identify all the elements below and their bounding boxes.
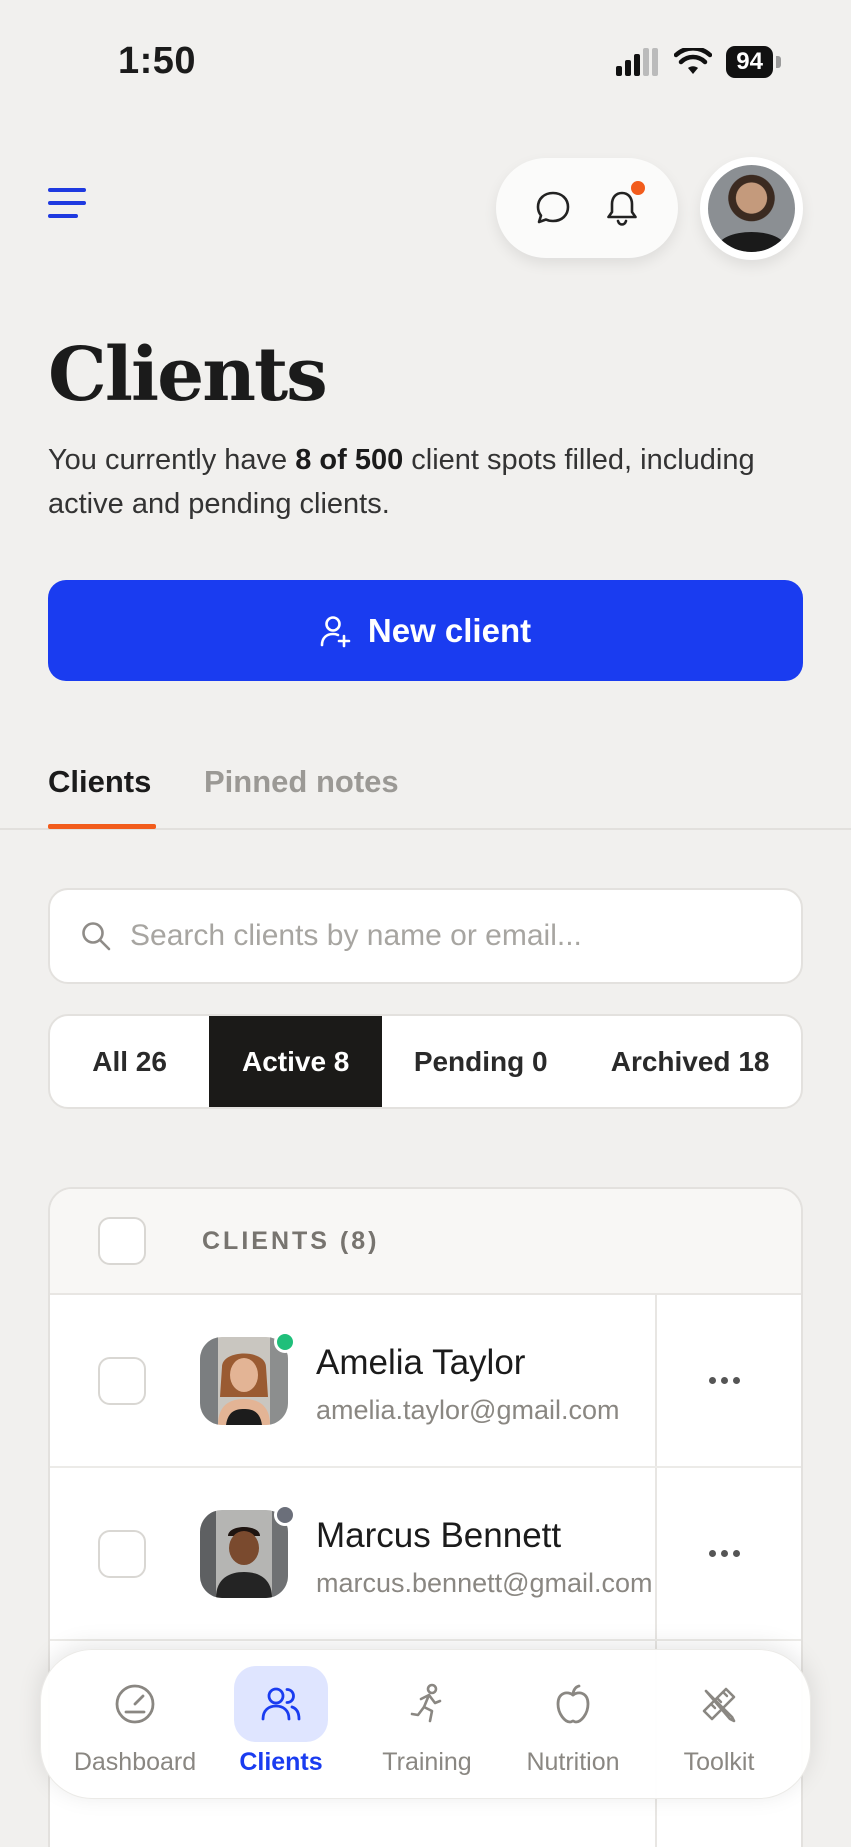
apple-icon xyxy=(556,1684,590,1724)
status-filter: All 26 Active 8 Pending 0 Archived 18 xyxy=(48,1014,803,1109)
client-email: marcus.bennett@gmail.com xyxy=(316,1568,652,1598)
status-bar: 1:50 94 xyxy=(0,0,851,120)
filter-archived[interactable]: Archived 18 xyxy=(579,1016,801,1107)
more-horizontal-icon[interactable] xyxy=(700,1538,748,1568)
nav-clients[interactable]: Clients xyxy=(211,1666,351,1786)
hamburger-menu-icon[interactable] xyxy=(44,186,94,226)
profile-avatar[interactable] xyxy=(700,157,803,260)
more-horizontal-icon[interactable] xyxy=(700,1365,748,1395)
spots-count: 8 of 500 xyxy=(295,444,404,476)
users-icon xyxy=(261,1687,301,1721)
nav-label: Dashboard xyxy=(73,1748,197,1776)
new-client-label: New client xyxy=(367,611,532,649)
client-name: Marcus Bennett xyxy=(316,1516,562,1555)
nav-label: Training xyxy=(382,1748,472,1776)
client-email: amelia.taylor@gmail.com xyxy=(316,1395,620,1425)
notification-badge xyxy=(628,179,647,197)
active-tab-indicator xyxy=(48,824,156,829)
running-person-icon xyxy=(410,1683,442,1723)
user-plus-icon xyxy=(320,615,351,647)
table-row[interactable]: Marcus Bennett marcus.bennett@gmail.com xyxy=(50,1468,801,1641)
pencil-ruler-icon xyxy=(702,1687,736,1723)
filter-all[interactable]: All 26 xyxy=(50,1016,209,1107)
tab-bar: Clients Pinned notes xyxy=(0,750,851,830)
nav-label: Toolkit xyxy=(683,1748,755,1776)
nav-label: Clients xyxy=(239,1748,323,1776)
chat-bubble-icon xyxy=(536,191,569,224)
chat-button[interactable] xyxy=(526,181,580,235)
offline-status-dot xyxy=(274,1504,296,1526)
header-actions xyxy=(496,158,678,258)
page-title: Clients xyxy=(48,332,328,418)
nav-toolkit[interactable]: Toolkit xyxy=(649,1666,789,1786)
tab-clients[interactable]: Clients xyxy=(48,764,151,800)
nav-dashboard[interactable]: Dashboard xyxy=(65,1666,205,1786)
search-icon xyxy=(82,922,111,951)
notifications-button[interactable] xyxy=(595,179,649,235)
nav-label: Nutrition xyxy=(526,1748,620,1776)
select-all-checkbox[interactable] xyxy=(98,1217,146,1265)
table-header: CLIENTS (8) xyxy=(50,1189,801,1295)
client-avatar xyxy=(200,1510,288,1598)
row-checkbox[interactable] xyxy=(98,1357,146,1405)
status-icons: 94 xyxy=(616,46,781,78)
search-input[interactable] xyxy=(130,919,750,953)
row-checkbox[interactable] xyxy=(98,1530,146,1578)
tab-pinned-notes[interactable]: Pinned notes xyxy=(204,764,399,800)
cellular-signal-icon xyxy=(616,48,659,76)
nav-nutrition[interactable]: Nutrition xyxy=(503,1666,643,1786)
gauge-icon xyxy=(115,1684,155,1724)
nav-training[interactable]: Training xyxy=(357,1666,497,1786)
battery-level: 94 xyxy=(726,46,773,78)
new-client-button[interactable]: New client xyxy=(48,580,803,681)
bottom-nav: Dashboard Clients Training Nutrition Too… xyxy=(40,1649,811,1799)
client-avatar xyxy=(200,1337,288,1425)
client-name: Amelia Taylor xyxy=(316,1343,526,1382)
wifi-icon xyxy=(674,48,713,74)
status-time: 1:50 xyxy=(118,40,197,82)
filter-pending[interactable]: Pending 0 xyxy=(382,1016,579,1107)
search-box xyxy=(48,888,803,984)
table-row[interactable]: Amelia Taylor amelia.taylor@gmail.com xyxy=(50,1295,801,1468)
filter-active[interactable]: Active 8 xyxy=(209,1016,383,1107)
battery-icon: 94 xyxy=(726,46,781,78)
page-description: You currently have 8 of 500 client spots… xyxy=(48,444,755,520)
online-status-dot xyxy=(274,1331,296,1353)
clients-column-header: CLIENTS (8) xyxy=(202,1227,380,1255)
